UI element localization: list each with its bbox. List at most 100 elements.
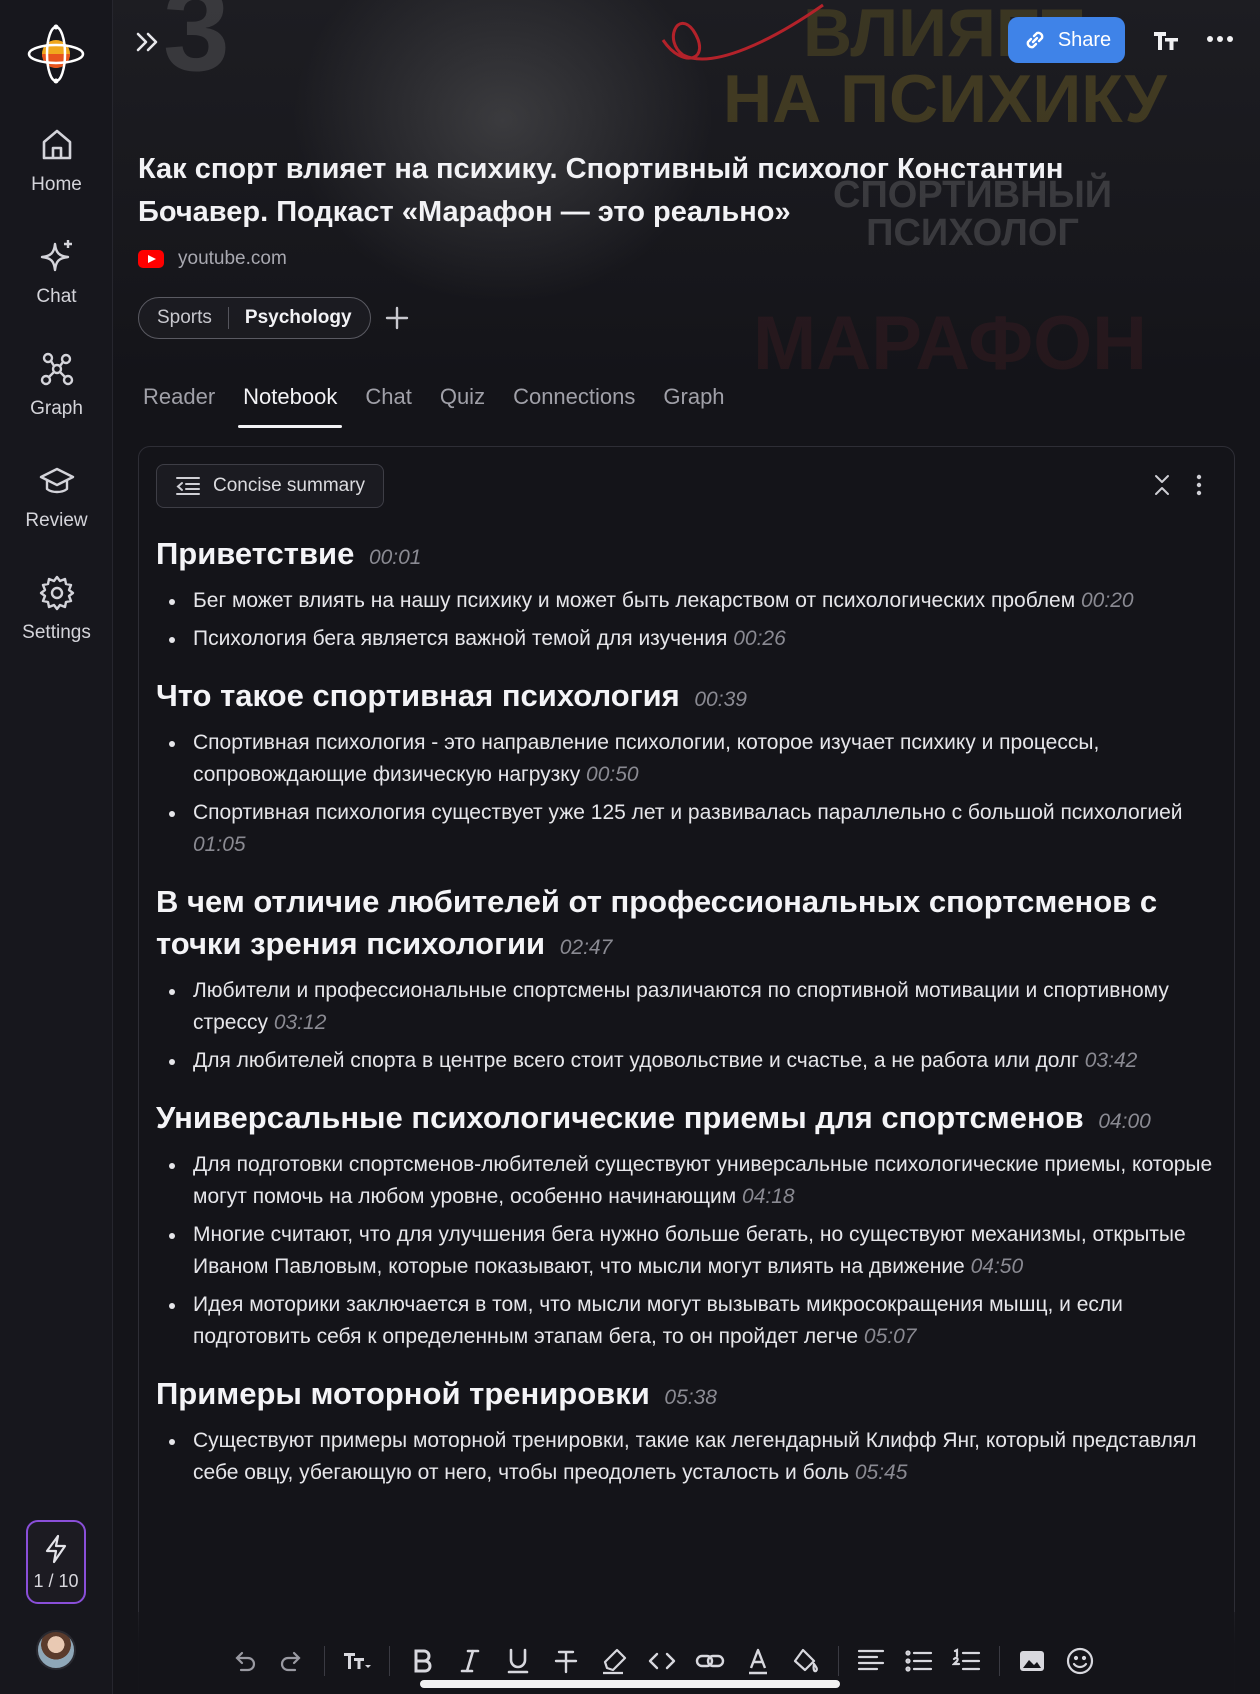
sidebar-item-review[interactable]: Review (0, 462, 113, 554)
section-heading-text: Приветствие (156, 536, 355, 571)
usage-count: 1 / 10 (33, 1570, 79, 1591)
emoji-icon (1066, 1647, 1094, 1675)
link-button[interactable] (686, 1641, 734, 1681)
timestamp-link[interactable]: 03:42 (1085, 1049, 1138, 1072)
vertical-more-icon[interactable] (1193, 473, 1205, 497)
numbered-list-icon (952, 1648, 981, 1671)
usage-counter-button[interactable]: 1 / 10 (26, 1520, 86, 1604)
tag-list: Sports Psychology (138, 297, 411, 339)
timestamp-link[interactable]: 05:07 (864, 1325, 917, 1348)
bullet-text: Бег может влиять на нашу психику и может… (193, 589, 1076, 612)
text-size-dropdown[interactable] (333, 1641, 381, 1681)
toolbar-divider (389, 1646, 390, 1676)
sidebar-item-home[interactable]: Home (0, 126, 113, 218)
redo-button[interactable] (268, 1641, 316, 1681)
more-options-icon[interactable] (1204, 26, 1236, 52)
sidebar-item-label: Home (31, 174, 82, 195)
timestamp-link[interactable]: 01:05 (193, 833, 246, 856)
bullet-list: Любители и профессиональные спортсмены р… (156, 975, 1226, 1077)
expand-sidebar-icon[interactable] (130, 24, 166, 60)
sidebar-item-label: Graph (30, 398, 83, 419)
highlighter-icon (603, 1648, 627, 1675)
graduation-cap-icon (39, 467, 74, 494)
insert-image-button[interactable] (1008, 1641, 1056, 1681)
text-color-icon (749, 1648, 767, 1675)
image-icon (1020, 1651, 1044, 1671)
code-button[interactable] (638, 1641, 686, 1681)
italic-button[interactable] (446, 1641, 494, 1681)
timestamp-link[interactable]: 04:50 (971, 1255, 1024, 1278)
highlighter-button[interactable] (590, 1641, 638, 1681)
align-button[interactable] (847, 1641, 895, 1681)
undo-icon (235, 1651, 256, 1672)
bullet-list: Спортивная психология - это направление … (156, 727, 1226, 861)
list-item: Идея моторики заключается в том, что мыс… (156, 1289, 1226, 1353)
fill-color-button[interactable] (782, 1641, 830, 1681)
bold-button[interactable] (398, 1641, 446, 1681)
timestamp-link[interactable]: 00:39 (694, 688, 747, 711)
page-title: Как спорт влияет на психику. Спортивный … (138, 153, 1064, 228)
sidebar-item-label: Review (25, 510, 88, 531)
bullet-text: Любители и профессиональные спортсмены р… (193, 979, 1169, 1034)
strikethrough-button[interactable] (542, 1641, 590, 1681)
numbered-list-button[interactable] (943, 1641, 991, 1681)
collapse-icon[interactable] (1151, 473, 1173, 497)
summary-section: Универсальные психологические приемы для… (156, 1097, 1226, 1353)
timestamp-link[interactable]: 00:26 (733, 627, 786, 650)
timestamp-link[interactable]: 00:20 (1081, 589, 1134, 612)
underline-icon (507, 1648, 529, 1674)
underline-button[interactable] (494, 1641, 542, 1681)
text-size-icon[interactable] (1150, 24, 1182, 56)
home-indicator (420, 1680, 840, 1688)
section-heading: В чем отличие любителей от профессиональ… (156, 881, 1226, 969)
tab-quiz[interactable]: Quiz (435, 380, 490, 428)
timestamp-link[interactable]: 04:00 (1098, 1110, 1151, 1133)
timestamp-link[interactable]: 05:38 (664, 1386, 717, 1409)
share-label: Share (1057, 28, 1112, 51)
tab-notebook[interactable]: Notebook (238, 380, 343, 428)
tab-chat[interactable]: Chat (360, 380, 416, 428)
timestamp-link[interactable]: 00:50 (586, 763, 639, 786)
timestamp-link[interactable]: 05:45 (855, 1461, 908, 1484)
tab-graph[interactable]: Graph (658, 380, 729, 428)
sidebar-item-chat[interactable]: Chat (0, 238, 113, 330)
tag-psychology[interactable]: Psychology (245, 307, 352, 329)
bullet-list-button[interactable] (895, 1641, 943, 1681)
section-heading: Универсальные психологические приемы для… (156, 1097, 1226, 1143)
avatar[interactable] (36, 1630, 76, 1670)
timestamp-link[interactable]: 04:18 (742, 1185, 795, 1208)
formatting-toolbar (220, 1638, 1104, 1684)
source-domain: youtube.com (178, 248, 287, 269)
code-icon (648, 1652, 676, 1670)
timestamp-link[interactable]: 03:12 (274, 1011, 327, 1034)
bullet-list: Существуют примеры моторной тренировки, … (156, 1425, 1226, 1489)
list-item: Бег может влиять на нашу психику и может… (156, 585, 1226, 617)
emoji-button[interactable] (1056, 1641, 1104, 1681)
fill-color-icon (793, 1648, 818, 1673)
tab-connections[interactable]: Connections (508, 380, 640, 428)
sidebar-item-label: Chat (36, 286, 77, 307)
timestamp-link[interactable]: 02:47 (560, 936, 613, 959)
content-tabs: Reader Notebook Chat Quiz Connections Gr… (138, 380, 748, 428)
add-tag-icon[interactable] (383, 304, 411, 332)
section-heading-text: В чем отличие любителей от профессиональ… (156, 884, 1158, 961)
youtube-icon (138, 250, 164, 268)
bullet-text: Идея моторики заключается в том, что мыс… (193, 1293, 1123, 1348)
tag-sports[interactable]: Sports (157, 307, 212, 329)
share-button[interactable]: Share (1008, 17, 1125, 63)
bullet-text: Спортивная психология - это направление … (193, 731, 1100, 786)
bullet-text: Психология бега является важной темой дл… (193, 627, 728, 650)
toolbar-divider (999, 1646, 1000, 1676)
sidebar-item-settings[interactable]: Settings (0, 574, 113, 666)
banner-graphic-text: НА ПСИХИКУ (723, 61, 1167, 137)
text-color-button[interactable] (734, 1641, 782, 1681)
sidebar-item-graph[interactable]: Graph (0, 350, 113, 442)
app-logo-icon[interactable] (26, 24, 86, 84)
italic-icon (460, 1649, 480, 1673)
undo-button[interactable] (220, 1641, 268, 1681)
source-link[interactable]: youtube.com (138, 248, 287, 270)
tab-reader[interactable]: Reader (138, 380, 220, 428)
summary-mode-button[interactable]: Concise summary (156, 464, 385, 508)
strikethrough-icon (554, 1650, 578, 1674)
timestamp-link[interactable]: 00:01 (369, 546, 422, 569)
